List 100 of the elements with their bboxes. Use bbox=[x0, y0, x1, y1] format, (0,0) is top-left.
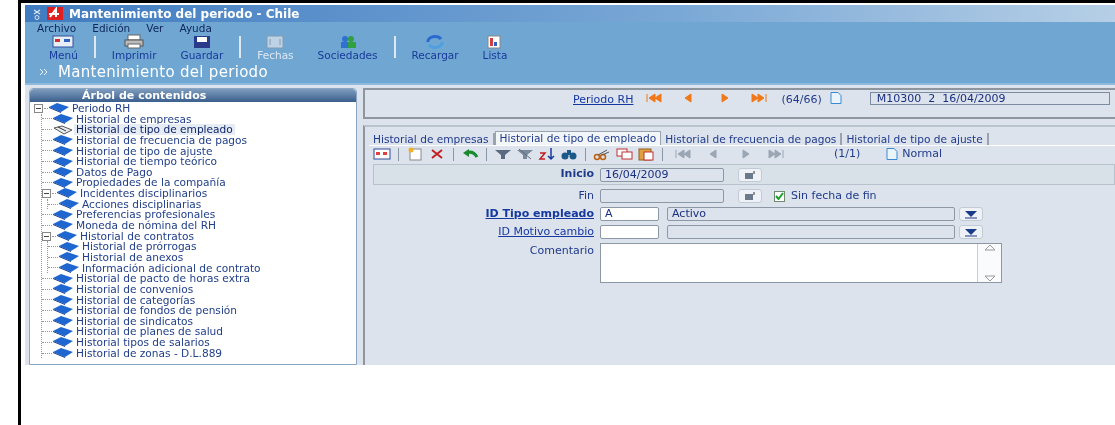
book-icon bbox=[52, 113, 74, 124]
book-icon bbox=[52, 305, 74, 316]
checkbox[interactable] bbox=[774, 190, 785, 202]
lookup-button[interactable] bbox=[959, 225, 983, 239]
panel-header: Árbol de contenidos bbox=[30, 89, 356, 102]
lookup-button[interactable] bbox=[959, 207, 983, 221]
tree-item[interactable]: Historial de anexos bbox=[80, 251, 186, 263]
scissors-icon[interactable] bbox=[593, 147, 611, 161]
field-link[interactable]: ID Motivo cambio bbox=[498, 224, 594, 238]
book-icon bbox=[56, 188, 78, 199]
tree-item[interactable]: Historial de contratos bbox=[78, 230, 196, 242]
paste-icon[interactable] bbox=[637, 147, 655, 161]
book-icon bbox=[52, 220, 74, 231]
last-record-icon[interactable] bbox=[751, 92, 769, 104]
tree-item[interactable]: Información adicional de contrato bbox=[80, 262, 263, 274]
dropdown-icon bbox=[963, 209, 979, 219]
tree-item[interactable]: Historial de sindicatos bbox=[74, 315, 196, 327]
field-link[interactable]: ID Tipo empleado bbox=[485, 206, 594, 220]
binoculars-icon[interactable] bbox=[560, 147, 578, 161]
tree-item[interactable]: Historial de prórrogas bbox=[80, 241, 199, 252]
chevron-icon bbox=[39, 68, 48, 76]
field-label: Inicio bbox=[559, 166, 595, 183]
menu-item[interactable]: Ver bbox=[146, 22, 164, 34]
scrollbar[interactable] bbox=[977, 244, 1001, 282]
book-icon bbox=[58, 252, 80, 263]
scroll-up-icon[interactable] bbox=[983, 244, 996, 251]
menu-item[interactable]: Ayuda bbox=[179, 22, 212, 34]
book-icon bbox=[52, 294, 74, 305]
filter-icon[interactable] bbox=[494, 147, 512, 161]
tree-item[interactable]: Propiedades de la compañía bbox=[74, 177, 228, 189]
new-document-icon[interactable] bbox=[406, 147, 424, 161]
tree-item[interactable]: Historial tipos de salarios bbox=[74, 337, 212, 348]
toolbar-button[interactable]: Imprimir bbox=[99, 34, 169, 61]
field-label: Fin bbox=[577, 187, 595, 204]
toolbar-button[interactable]: Guardar bbox=[168, 34, 236, 61]
dropdown-icon bbox=[963, 227, 979, 237]
tree-item[interactable]: Preferencias profesionales bbox=[74, 209, 218, 221]
tree-item[interactable]: Moneda de nómina del RH bbox=[74, 220, 218, 231]
tree-item[interactable]: Historial de zonas - D.L.889 bbox=[74, 347, 225, 359]
tree-item[interactable]: Datos de Pago bbox=[74, 166, 155, 178]
calendar-button[interactable] bbox=[738, 167, 762, 182]
book-icon bbox=[58, 199, 80, 210]
refresh-icon bbox=[424, 34, 447, 49]
book-icon bbox=[48, 103, 70, 114]
date-field[interactable]: 16/04/2009 bbox=[600, 167, 724, 182]
grid-icon[interactable] bbox=[373, 147, 391, 161]
menu-item[interactable]: Edición bbox=[92, 22, 131, 34]
open-book-icon bbox=[52, 124, 74, 135]
tree-item[interactable]: Periodo RH bbox=[70, 103, 133, 114]
tree-item[interactable]: Historial de planes de salud bbox=[74, 326, 226, 338]
record-link[interactable]: Periodo RH bbox=[573, 92, 634, 109]
page-title: Mantenimiento del periodo bbox=[58, 62, 268, 82]
tree-item[interactable]: Acciones disciplinarias bbox=[80, 198, 204, 210]
filter-remove-icon[interactable] bbox=[516, 147, 534, 161]
window-menu-icon[interactable] bbox=[33, 7, 41, 20]
document-icon[interactable] bbox=[829, 92, 842, 104]
toolbar-button[interactable]: Lista bbox=[470, 34, 520, 61]
code-field[interactable] bbox=[600, 225, 659, 239]
code-field[interactable]: A bbox=[600, 207, 659, 221]
collapse-toggle[interactable] bbox=[42, 231, 51, 241]
mode-label: Normal bbox=[902, 145, 943, 162]
tab[interactable]: Historial de tipo de empleado bbox=[494, 131, 662, 145]
book-icon bbox=[52, 348, 74, 359]
tree-item[interactable]: Historial de fondos de pensión bbox=[74, 305, 240, 316]
tree-item[interactable]: Historial de pacto de horas extra bbox=[74, 273, 252, 284]
tree-item[interactable]: Historial de empresas bbox=[74, 113, 194, 125]
toolbar-button[interactable]: Recargar bbox=[399, 34, 471, 61]
description-field: Activo bbox=[667, 207, 955, 221]
scroll-down-icon[interactable] bbox=[983, 275, 996, 282]
book-icon bbox=[52, 284, 74, 295]
collapse-toggle[interactable] bbox=[34, 103, 43, 113]
checkmark-icon bbox=[775, 192, 784, 200]
tree-item[interactable]: Historial de categorías bbox=[74, 294, 198, 306]
tree-item[interactable]: Historial de tiempo teórico bbox=[74, 156, 220, 167]
book-icon bbox=[52, 177, 74, 188]
field-label: Comentario bbox=[528, 243, 595, 259]
toolbar-button[interactable]: Menú bbox=[37, 34, 90, 61]
copy-icon[interactable] bbox=[615, 147, 633, 161]
tree-item[interactable]: Historial de frecuencia de pagos bbox=[74, 134, 250, 146]
comment-field[interactable] bbox=[600, 243, 1002, 283]
book-icon bbox=[52, 167, 74, 178]
tree-item[interactable]: Historial de tipo de ajuste bbox=[74, 145, 215, 157]
book-icon bbox=[52, 337, 74, 348]
window-title: Mantenimiento del periodo - Chile bbox=[69, 5, 300, 23]
tree-item[interactable]: Historial de convenios bbox=[74, 283, 196, 295]
date-field[interactable] bbox=[600, 189, 724, 203]
record-field[interactable]: M10300 2 16/04/2009 bbox=[869, 92, 1110, 105]
sort-icon[interactable] bbox=[538, 147, 556, 161]
tree-item[interactable]: Historial de tipo de empleado bbox=[74, 124, 235, 135]
calendar-button[interactable] bbox=[738, 189, 762, 203]
tree-item[interactable]: Incidentes disciplinarios bbox=[78, 188, 210, 199]
row-counter: (1/1) bbox=[834, 145, 861, 162]
calendar-icon bbox=[264, 34, 287, 49]
collapse-toggle[interactable] bbox=[42, 188, 51, 198]
book-icon bbox=[56, 231, 78, 241]
first-record-icon[interactable] bbox=[646, 92, 664, 104]
menu-item[interactable]: Archivo bbox=[37, 22, 77, 34]
toolbar-button[interactable]: Sociedades bbox=[305, 34, 390, 61]
book-icon bbox=[52, 326, 74, 337]
document-icon[interactable] bbox=[886, 148, 899, 160]
